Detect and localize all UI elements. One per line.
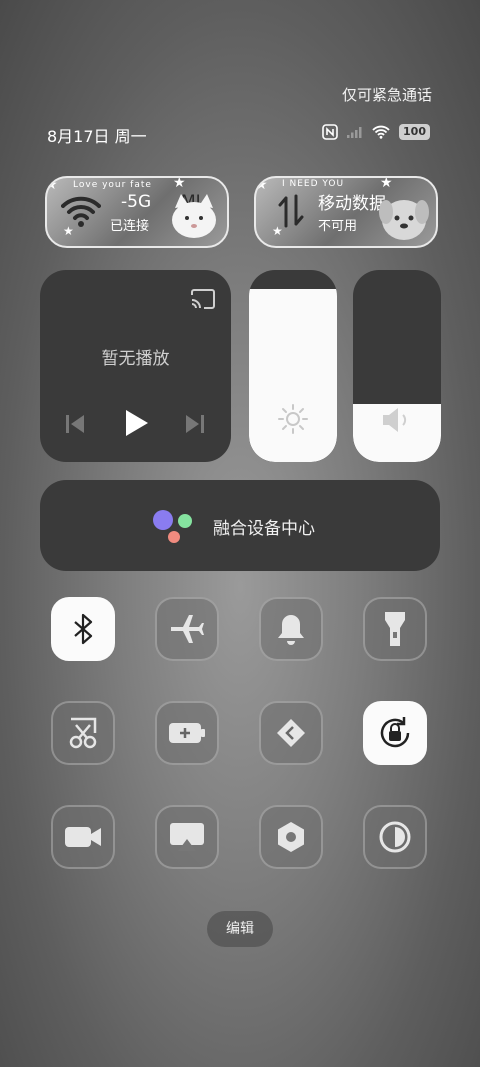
- sound-toggle[interactable]: [259, 597, 323, 661]
- fusion-logo-icon: [153, 510, 173, 530]
- share-arrows-icon: [277, 719, 305, 747]
- star-decoration-icon: ★: [63, 224, 74, 238]
- brightness-slider[interactable]: [249, 270, 337, 462]
- star-decoration-icon: ★: [255, 177, 268, 193]
- play-icon[interactable]: [124, 408, 150, 438]
- star-decoration-icon: ★: [272, 224, 283, 238]
- emergency-calls-only-text: 仅可紧急通话: [341, 86, 432, 104]
- cat-sticker-icon: [172, 194, 216, 238]
- media-player-panel[interactable]: 暂无播放: [40, 270, 231, 462]
- cast-icon[interactable]: [190, 288, 216, 310]
- mobile-data-arrows-icon: [278, 194, 304, 228]
- screenshot-toggle[interactable]: [51, 701, 115, 765]
- mobile-card-decor-text: I NEED YOU: [282, 179, 345, 189]
- fusion-device-center-label: 融合设备中心: [213, 519, 315, 539]
- status-icons: 100: [322, 124, 430, 140]
- mobile-data-card[interactable]: I NEED YOU 移动数据 不可用 ★ ★ ★: [254, 176, 438, 248]
- flashlight-icon: [385, 612, 405, 646]
- sun-icon: [278, 404, 308, 434]
- nearby-share-toggle[interactable]: [259, 701, 323, 765]
- rotation-lock-icon: [380, 717, 410, 748]
- previous-track-icon[interactable]: [64, 413, 86, 435]
- airplane-icon: [171, 615, 204, 643]
- airplane-mode-toggle[interactable]: [155, 597, 219, 661]
- volume-slider[interactable]: [353, 270, 441, 462]
- fusion-logo-icon: [168, 531, 180, 543]
- flashlight-toggle[interactable]: [363, 597, 427, 661]
- media-status-label: 暂无播放: [101, 349, 170, 369]
- bell-icon: [278, 615, 304, 645]
- settings-toggle[interactable]: [259, 805, 323, 869]
- wifi-network-name: -5G: [121, 192, 152, 212]
- screen-record-toggle[interactable]: [51, 805, 115, 869]
- wifi-status-text: 已连接: [110, 219, 150, 234]
- gear-icon: [278, 822, 304, 852]
- battery-plus-icon: [169, 723, 205, 743]
- scissors-icon: [69, 717, 97, 749]
- cast-screen-toggle[interactable]: [155, 805, 219, 869]
- battery-badge: 100: [399, 124, 430, 140]
- star-decoration-icon: ★: [45, 177, 58, 193]
- wifi-card-decor-text: Love your fate: [73, 180, 152, 190]
- wifi-icon: [61, 196, 101, 227]
- brightness-slider-fill: [249, 289, 337, 462]
- speaker-icon: [383, 408, 407, 432]
- video-camera-icon: [65, 827, 101, 847]
- rotation-lock-toggle[interactable]: [363, 701, 427, 765]
- nfc-icon: [322, 124, 338, 140]
- next-track-icon[interactable]: [184, 413, 206, 435]
- star-decoration-icon: ★: [173, 176, 186, 191]
- star-decoration-icon: ★: [380, 176, 393, 191]
- edit-button[interactable]: 编辑: [207, 911, 273, 947]
- mobile-data-status: 不可用: [318, 219, 358, 234]
- wifi-status-icon: [372, 125, 390, 139]
- date-label: 8月17日 周一: [47, 127, 147, 146]
- bluetooth-icon: [74, 613, 93, 645]
- cast-screen-icon: [170, 823, 204, 851]
- wifi-card[interactable]: Love your fate -5G MI 已连接 ★ ★ ★: [45, 176, 229, 248]
- bluetooth-toggle[interactable]: [51, 597, 115, 661]
- signal-icon: [347, 127, 362, 138]
- dark-mode-toggle[interactable]: [363, 805, 427, 869]
- battery-saver-toggle[interactable]: [155, 701, 219, 765]
- contrast-icon: [379, 821, 411, 853]
- dog-sticker-icon: [379, 200, 429, 240]
- fusion-device-center[interactable]: 融合设备中心: [40, 480, 440, 571]
- fusion-logo-icon: [178, 514, 192, 528]
